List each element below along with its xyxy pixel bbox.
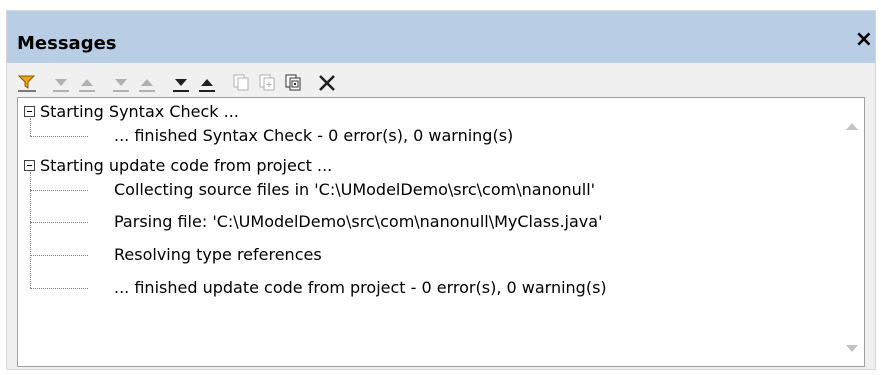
- previous-warning-button[interactable]: [137, 73, 157, 93]
- next-warning-button[interactable]: [111, 73, 131, 93]
- previous-button[interactable]: [197, 73, 217, 93]
- tree-line: [30, 136, 88, 137]
- tree-line: [30, 118, 31, 136]
- message-line: Resolving type references: [114, 245, 322, 264]
- previous-error-button[interactable]: [77, 73, 97, 93]
- tree-line: [30, 288, 88, 289]
- filter-icon: [17, 75, 36, 92]
- message-line: ... finished Syntax Check - 0 error(s), …: [114, 126, 514, 145]
- message-group-header[interactable]: Starting Syntax Check ...: [18, 100, 239, 122]
- scroll-down-icon[interactable]: [846, 345, 858, 352]
- previous-warning-icon: [139, 79, 155, 92]
- messages-output[interactable]: Starting Syntax Check ... ... finished S…: [17, 97, 865, 367]
- toolbar: [17, 69, 343, 97]
- next-error-icon: [53, 79, 69, 92]
- tree-line: [30, 222, 88, 223]
- copy-all-button[interactable]: [283, 73, 303, 93]
- clear-icon: [319, 75, 335, 91]
- next-button[interactable]: [171, 73, 191, 93]
- message-line: ... finished update code from project - …: [114, 278, 607, 297]
- copy-all-icon: [285, 74, 301, 91]
- clear-button[interactable]: [317, 73, 337, 93]
- next-icon: [173, 79, 189, 92]
- close-icon[interactable]: ×: [855, 29, 873, 51]
- copy-with-children-button[interactable]: [257, 73, 277, 93]
- message-line: Collecting source files in 'C:\UModelDem…: [114, 180, 596, 199]
- tree-line: [30, 255, 88, 256]
- collapse-icon[interactable]: [24, 159, 35, 171]
- copy-icon: [233, 74, 249, 91]
- copy-button[interactable]: [231, 73, 251, 93]
- next-error-button[interactable]: [51, 73, 71, 93]
- message-line: Parsing file: 'C:\UModelDemo\src\com\nan…: [114, 212, 603, 231]
- copy-with-children-icon: [259, 74, 275, 91]
- message-group-title: Starting Syntax Check ...: [40, 101, 239, 121]
- previous-icon: [199, 79, 215, 92]
- message-group-title: Starting update code from project ...: [40, 155, 333, 175]
- collapse-icon[interactable]: [24, 105, 35, 117]
- messages-panel: Messages × Starting Syntax Check ... ...…: [6, 10, 876, 370]
- message-group-header[interactable]: Starting update code from project ...: [18, 154, 332, 176]
- filter-button[interactable]: [17, 73, 37, 93]
- panel-title: Messages: [17, 33, 117, 54]
- previous-error-icon: [79, 79, 95, 92]
- next-warning-icon: [113, 79, 129, 92]
- scroll-up-icon[interactable]: [846, 123, 858, 130]
- title-bar: Messages ×: [7, 11, 875, 63]
- tree-line: [30, 190, 88, 191]
